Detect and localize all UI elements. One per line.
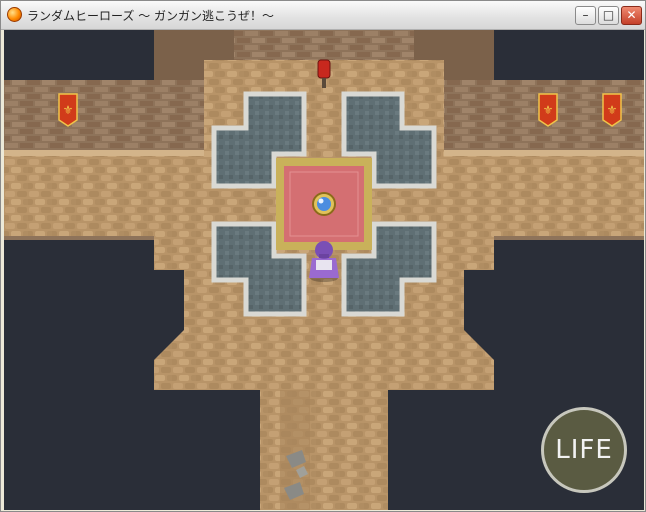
close-button[interactable]: ✕ <box>621 6 642 25</box>
banner-east2-icon: ⚜ <box>602 93 622 127</box>
maximize-button[interactable]: □ <box>598 6 619 25</box>
svg-text:⚜: ⚜ <box>543 103 554 117</box>
game-window: ランダムヒーローズ ～ ガンガン逃こうぜ！～ – □ ✕ ⚜ ⚜ ⚜ LIFE <box>0 0 646 512</box>
svg-text:⚜: ⚜ <box>607 103 618 117</box>
life-button[interactable]: LIFE <box>541 407 627 493</box>
game-viewport[interactable]: ⚜ ⚜ ⚜ LIFE <box>4 30 644 510</box>
crystal-orb-icon[interactable] <box>312 192 336 216</box>
south-corridor <box>260 370 388 510</box>
floor-edge-right <box>494 236 644 240</box>
window-title: ランダムヒーローズ ～ ガンガン逃こうぜ！～ <box>27 9 275 23</box>
orange-orb-icon <box>7 7 22 22</box>
floor-edge-left <box>4 236 154 240</box>
minimize-button[interactable]: – <box>575 6 596 25</box>
title-bar[interactable]: ランダムヒーローズ ～ ガンガン逃こうぜ！～ – □ ✕ <box>1 1 645 30</box>
svg-text:⚜: ⚜ <box>63 103 74 117</box>
banner-west-icon: ⚜ <box>58 93 78 127</box>
banner-east1-icon: ⚜ <box>538 93 558 127</box>
life-label: LIFE <box>555 435 613 465</box>
